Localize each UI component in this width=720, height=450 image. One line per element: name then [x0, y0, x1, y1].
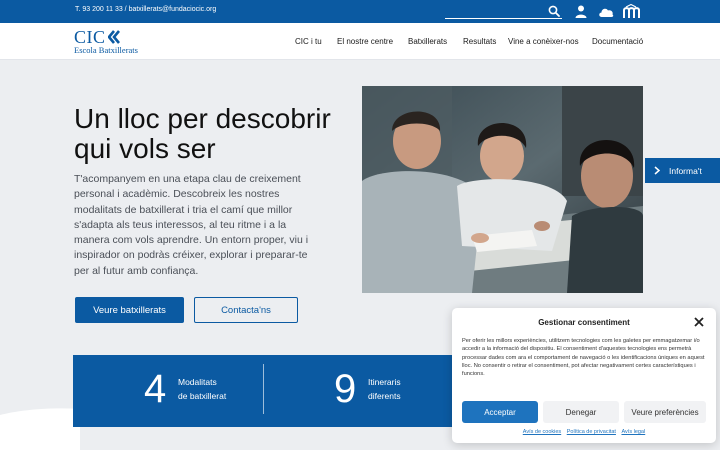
consent-links: Avís de cookies Política de privacitat A…: [452, 429, 716, 435]
search-icon[interactable]: [548, 5, 560, 17]
main-header: CIC Escola Batxillerats CIC i tu El nost…: [0, 23, 720, 60]
contact-info[interactable]: T. 93 200 11 33 / batxillerats@fundacioc…: [75, 6, 216, 13]
nav-item-resultats[interactable]: Resultats: [463, 37, 496, 46]
nav-item-cic-i-tu[interactable]: CIC i tu: [295, 37, 322, 46]
contact-button[interactable]: Contacta'ns: [194, 297, 298, 323]
nav-item-batxillerats[interactable]: Batxillerats: [408, 37, 447, 46]
consent-title: Gestionar consentiment: [538, 318, 630, 327]
consent-body: Per oferir les millors experiències, uti…: [462, 338, 705, 378]
preferences-button[interactable]: Veure preferències: [624, 401, 706, 423]
accept-button[interactable]: Acceptar: [462, 401, 538, 423]
cookie-notice-link[interactable]: Avís de cookies: [523, 429, 561, 435]
stat-label-line1: Itineraris: [368, 377, 401, 387]
close-icon[interactable]: [694, 317, 704, 327]
logo-mark-text: CIC: [74, 27, 106, 47]
informat-tab[interactable]: Informa't: [645, 158, 720, 183]
logo-chevron-icon: [107, 30, 120, 44]
moodle-icon[interactable]: [622, 3, 642, 19]
see-batxillerats-button[interactable]: Veure batxillerats: [75, 297, 184, 323]
logo-subtitle: Escola Batxillerats: [74, 45, 138, 55]
top-bar: T. 93 200 11 33 / batxillerats@fundacioc…: [0, 0, 720, 23]
legal-notice-link[interactable]: Avís legal: [621, 429, 645, 435]
stat-number-itineraris: 9: [334, 367, 357, 411]
informat-label: Informa't: [669, 165, 702, 176]
decorative-curve: [0, 408, 80, 450]
site-logo[interactable]: CIC Escola Batxillerats: [74, 27, 138, 55]
chevron-right-icon: [654, 166, 660, 175]
user-icon[interactable]: [575, 5, 587, 18]
deny-button[interactable]: Denegar: [543, 401, 619, 423]
privacy-policy-link[interactable]: Política de privacitat: [567, 429, 616, 435]
cookie-consent-dialog: Gestionar consentiment Per oferir les mi…: [452, 308, 716, 443]
nav-item-el-nostre-centre[interactable]: El nostre centre: [337, 37, 393, 46]
cloud-icon[interactable]: [598, 5, 614, 18]
hero-title: Un lloc per descobrir qui vols ser: [74, 103, 331, 164]
stat-label-line2: de batxillerat: [178, 391, 227, 401]
stat-number-modalitats: 4: [144, 367, 167, 411]
hero-photo: [362, 86, 643, 293]
hero-description: T'acompanyem en una etapa clau de creixe…: [74, 173, 309, 277]
stats-band: 4 Modalitats de batxillerat 9 Itineraris…: [73, 355, 473, 427]
nav-item-vine-a-coneixer-nos[interactable]: Vine a conèixer-nos: [508, 37, 579, 46]
stats-divider: [263, 364, 264, 414]
stat-label-line1: Modalitats: [178, 377, 217, 387]
search-input[interactable]: [445, 3, 562, 19]
stat-label-line2: diferents: [368, 391, 401, 401]
nav-item-documentacio[interactable]: Documentació: [592, 37, 643, 46]
